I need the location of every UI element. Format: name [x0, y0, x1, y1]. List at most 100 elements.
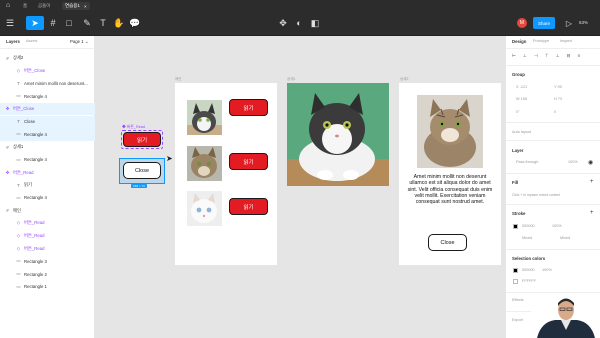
section-export[interactable]: Export — [512, 318, 523, 322]
layer-row[interactable]: ▭ Rectangle 4 — [0, 154, 95, 167]
layer-row[interactable]: ◇ 버튼_Close — [0, 65, 95, 78]
y-field[interactable]: Y 95 — [554, 85, 562, 89]
layer-row[interactable]: ▭ Rectangle 2 — [0, 268, 95, 281]
zoom-level[interactable]: 63% — [579, 20, 588, 25]
component-icon[interactable]: ✥ — [276, 16, 290, 30]
blend-mode-select[interactable]: Pass through — [516, 160, 538, 164]
add-stroke-icon[interactable]: + — [590, 210, 594, 216]
instance-layer-icon: ◇ — [16, 245, 21, 251]
shape-tool-icon[interactable]: □ — [62, 16, 76, 30]
tabby-cat-photo — [417, 95, 483, 168]
x-field[interactable]: X -121 — [516, 85, 527, 89]
page-selector[interactable]: Page 1 ⌄ — [70, 39, 88, 45]
layer-label: Rectangle 4 — [24, 195, 47, 201]
tab-home[interactable]: 홈 — [20, 2, 30, 10]
tab-inspect[interactable]: Inspect — [560, 39, 572, 43]
layer-opacity[interactable]: 100% — [568, 160, 578, 164]
frame-label-main[interactable]: 메인 — [175, 77, 181, 82]
read-button-2[interactable]: 읽기 — [229, 153, 268, 170]
layer-label: 상세2 — [13, 55, 24, 61]
selection-color-hex[interactable]: FFFFFF — [522, 279, 536, 283]
stroke-hex[interactable]: 000000 — [522, 224, 535, 228]
text-tool-icon[interactable]: T — [96, 16, 110, 30]
layer-row[interactable]: # 메인 — [0, 204, 95, 217]
layer-row[interactable]: ▭ Rectangle 4 — [0, 90, 95, 103]
layer-row[interactable]: T Close — [0, 115, 95, 128]
layer-row[interactable]: ▭ Rectangle 3 — [0, 255, 95, 268]
layer-label: Rectangle 1 — [24, 284, 47, 290]
move-tool-icon[interactable]: ➤ — [26, 16, 44, 30]
stroke-color-swatch[interactable] — [513, 224, 518, 229]
close-icon[interactable]: × — [84, 4, 87, 9]
selection-color-swatch-white[interactable] — [513, 279, 518, 284]
layer-row[interactable]: ◇ 버튼_Read — [0, 217, 95, 230]
stroke-opacity[interactable]: 100% — [552, 224, 562, 228]
main-menu-icon[interactable]: ☰ — [3, 16, 17, 30]
tab-layers[interactable]: Layers — [6, 39, 20, 44]
eye-icon[interactable]: ◉ — [588, 159, 593, 166]
hand-tool-icon[interactable]: ✋ — [112, 16, 126, 30]
comment-tool-icon[interactable]: 💬 — [128, 16, 142, 30]
rect-layer-icon: ▭ — [16, 271, 21, 277]
tab-file-1[interactable]: 곰돌이 — [35, 2, 53, 10]
app-tab-bar: ⌂ 홈 곰돌이 연습용1 × — [0, 0, 600, 12]
layer-row[interactable]: T 읽기 — [0, 179, 95, 192]
boolean-icon[interactable]: ◧ — [308, 16, 322, 30]
canvas[interactable]: ◆ 버튼_Read 읽기 Close 158 × 73 ➤ 메인 읽기 읽기 읽 — [95, 36, 505, 338]
layer-row[interactable]: ◇ 버튼_Read — [0, 243, 95, 256]
selection-color-swatch-black[interactable] — [513, 268, 518, 273]
layer-row[interactable]: # 상세2 — [0, 52, 95, 65]
divider — [0, 48, 95, 49]
h-field[interactable]: H 73 — [554, 97, 562, 101]
close-button[interactable]: Close — [428, 234, 467, 251]
design-panel: Design Prototype Inspect ⊢ ⊥ ⊣ ⊤ ⊥ ⊟ ≡ G… — [505, 36, 600, 338]
layer-row[interactable]: ❖ 버튼_Close — [0, 102, 95, 116]
frame-label-detail1[interactable]: 상세1 — [287, 77, 295, 82]
frame-detail2[interactable]: Amet minim mollit non deserunt ullamco e… — [399, 83, 501, 265]
stroke-position[interactable]: Mixed — [522, 236, 532, 240]
frame-tool-icon[interactable]: # — [46, 16, 60, 30]
frame-detail1[interactable] — [287, 83, 389, 186]
read-button-1[interactable]: 읽기 — [229, 99, 268, 116]
stroke-weight[interactable]: Mixed — [560, 236, 570, 240]
close-button-component[interactable]: Close — [123, 162, 161, 179]
tab-assets[interactable]: Assets — [26, 39, 37, 43]
rotation-field[interactable]: 0° — [516, 110, 520, 114]
frame-layer-icon: # — [6, 208, 9, 214]
component-layer-icon: ❖ — [5, 106, 10, 112]
play-icon[interactable]: ▷ — [562, 16, 576, 30]
frame-label-detail2[interactable]: 상세2 — [400, 77, 408, 82]
pen-tool-icon[interactable]: ✎ — [80, 16, 94, 30]
layer-row[interactable]: ▭ Rectangle 1 — [0, 281, 95, 294]
radius-field[interactable]: 0 — [554, 110, 556, 114]
section-fill: Fill — [512, 180, 519, 185]
avatar[interactable]: M — [517, 18, 527, 28]
divider — [506, 292, 600, 293]
add-fill-icon[interactable]: + — [590, 179, 594, 185]
layer-label: 버튼_Close — [24, 67, 46, 73]
section-effects[interactable]: Effects — [512, 298, 524, 302]
mask-icon[interactable]: ◐ — [292, 16, 306, 30]
layer-row[interactable]: ▭ Rectangle 4 — [0, 192, 95, 205]
home-icon[interactable]: ⌂ — [3, 0, 13, 11]
align-icons[interactable]: ⊢ ⊥ ⊣ ⊤ ⊥ ⊟ ≡ — [512, 53, 583, 59]
layer-row[interactable]: ◇ 버튼_Read — [0, 230, 95, 243]
w-field[interactable]: W 158 — [516, 97, 527, 101]
layer-row[interactable]: T Amet minim mollit non deserunt... — [0, 77, 95, 90]
rect-layer-icon: ▭ — [16, 156, 21, 162]
read-button-3[interactable]: 읽기 — [229, 198, 268, 215]
tab-file-2[interactable]: 연습용1 × — [62, 2, 90, 10]
layer-row[interactable]: # 상세1 — [0, 141, 95, 154]
layer-row[interactable]: ❖ 버튼_Read — [0, 166, 95, 179]
tab-prototype[interactable]: Prototype — [533, 39, 549, 43]
auto-layout-section[interactable]: Auto layout — [512, 130, 531, 134]
layer-label: 상세1 — [13, 144, 24, 150]
read-button-component[interactable]: 읽기 — [123, 132, 161, 147]
tab-design[interactable]: Design — [512, 39, 526, 44]
share-button[interactable]: Share — [533, 17, 555, 29]
layer-label: Rectangle 4 — [24, 93, 47, 99]
selection-color-opacity[interactable]: 100% — [542, 268, 552, 272]
layer-row[interactable]: ▭ Rectangle 4 — [0, 128, 95, 141]
selection-color-hex[interactable]: 000000 — [522, 268, 535, 272]
frame-main[interactable]: 읽기 읽기 읽기 — [175, 83, 277, 265]
